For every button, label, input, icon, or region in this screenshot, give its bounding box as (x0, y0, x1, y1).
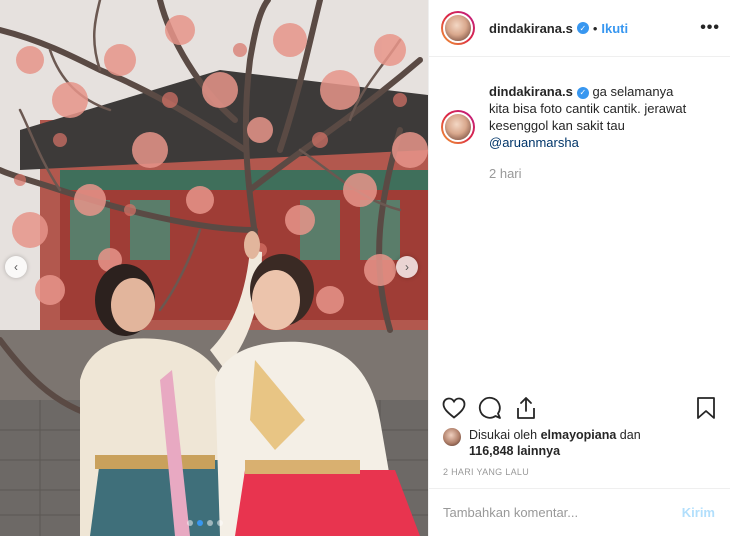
verified-badge-icon: ✓ (576, 86, 589, 99)
caption-time: 2 hari (489, 166, 522, 181)
caption-username[interactable]: dindakirana.s (489, 84, 573, 99)
verified-badge-icon: ✓ (576, 22, 589, 34)
send-comment-button[interactable]: Kirim (682, 505, 715, 520)
liker-avatar[interactable] (443, 428, 461, 446)
caption-mention-link[interactable]: @aruanmarsha (489, 135, 579, 150)
post-side-panel: dindakirana.s ✓ • Ikuti ••• dindakirana.… (428, 0, 730, 536)
carousel-dot (197, 520, 203, 526)
add-comment-bar: Kirim (429, 488, 730, 536)
header-separator: • (592, 20, 598, 36)
carousel-dot (207, 520, 213, 526)
caption-body: dindakirana.s ✓ ga selamanya kita bisa fo… (489, 83, 694, 182)
comment-input[interactable] (443, 505, 682, 520)
likes-summary: Disukai oleh elmayopiana dan 116,848 lai… (443, 427, 679, 459)
follow-button[interactable]: Ikuti (601, 21, 628, 36)
post-photo[interactable]: ‹ › (0, 0, 428, 536)
carousel-next-button[interactable]: › (396, 256, 418, 278)
author-avatar[interactable] (441, 11, 475, 45)
likes-prefix: Disukai oleh (469, 428, 538, 442)
comment-icon (478, 396, 501, 419)
carousel-dot (187, 520, 193, 526)
share-icon (517, 397, 535, 419)
bookmark-icon (697, 397, 715, 419)
action-bar (429, 392, 730, 424)
liker-username[interactable]: elmayopiana (541, 428, 617, 442)
heart-icon (442, 397, 466, 419)
likes-connector: dan (619, 428, 641, 442)
like-button[interactable] (441, 395, 467, 421)
share-button[interactable] (513, 395, 539, 421)
chevron-right-icon: › (405, 260, 409, 274)
author-username[interactable]: dindakirana.s (489, 21, 573, 36)
carousel-prev-button[interactable]: ‹ (5, 256, 27, 278)
post-header: dindakirana.s ✓ • Ikuti ••• (429, 0, 730, 57)
carousel-indicator (187, 520, 223, 526)
likes-text[interactable]: Disukai oleh elmayopiana dan 116,848 lai… (469, 427, 679, 459)
caption-comment: dindakirana.s ✓ ga selamanya kita bisa fo… (441, 83, 714, 182)
save-button[interactable] (693, 395, 719, 421)
post-timestamp[interactable]: 2 HARI YANG LALU (443, 467, 529, 477)
comments-area: dindakirana.s ✓ ga selamanya kita bisa fo… (429, 57, 730, 392)
chevron-left-icon: ‹ (14, 260, 18, 274)
photo-scene (0, 0, 428, 536)
comment-button[interactable] (477, 395, 503, 421)
more-options-icon[interactable]: ••• (700, 19, 720, 37)
carousel-dot (217, 520, 223, 526)
caption-author-avatar[interactable] (441, 110, 475, 144)
likes-others-count[interactable]: 116,848 lainnya (469, 444, 560, 458)
